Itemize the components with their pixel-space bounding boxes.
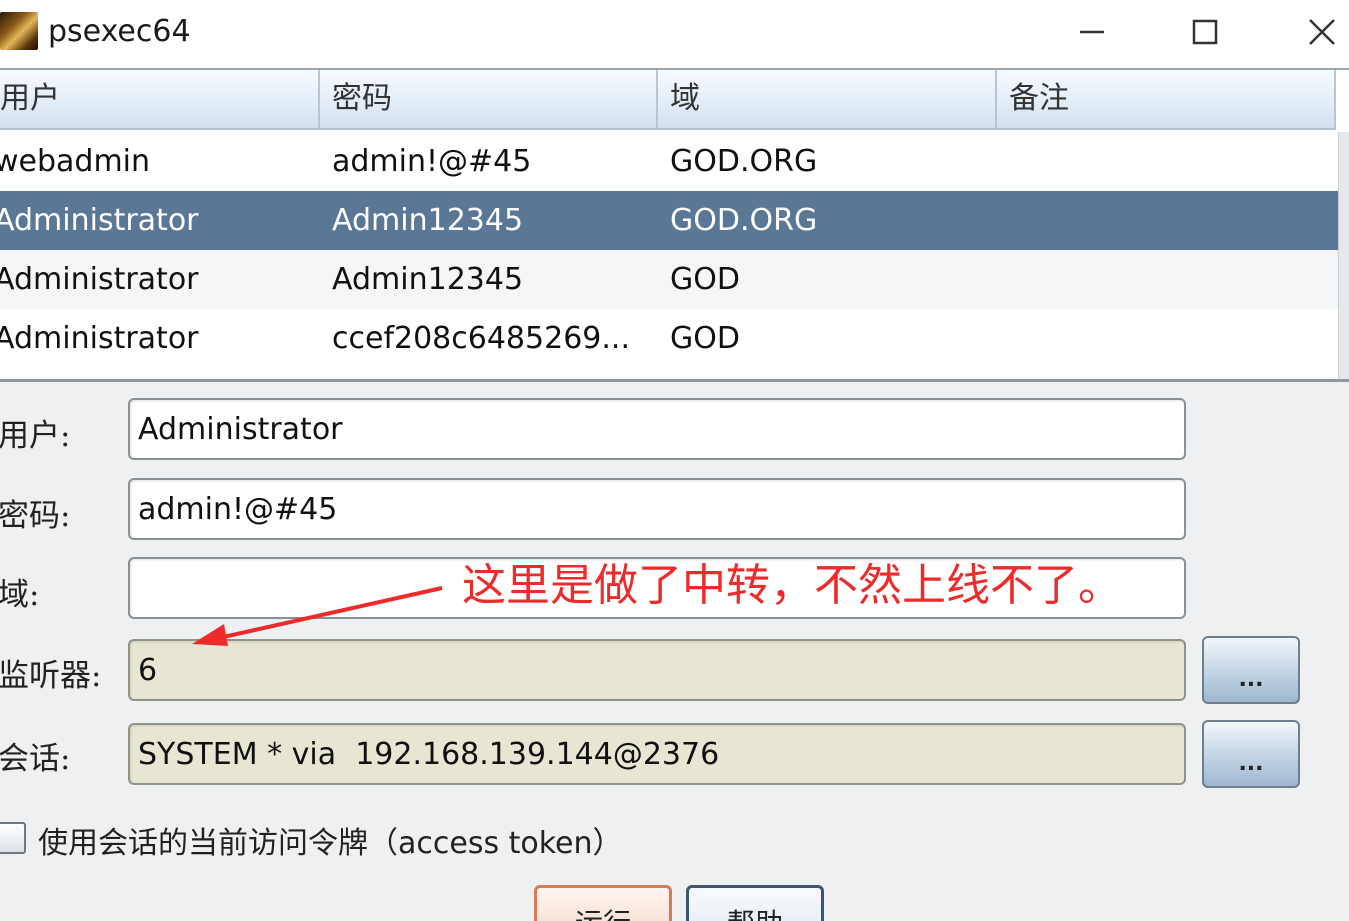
close-button[interactable]	[1287, 6, 1349, 58]
cell-password: Admin12345	[332, 203, 524, 238]
table-header: 用户 密码 域 备注	[0, 70, 1336, 130]
access-token-checkbox[interactable]	[0, 822, 26, 854]
cell-user: Administrator	[0, 321, 199, 356]
column-header-note[interactable]: 备注	[997, 70, 1336, 130]
session-browse-button[interactable]: ...	[1202, 720, 1300, 788]
cell-domain: GOD.ORG	[670, 203, 818, 238]
domain-label: 域:	[0, 577, 40, 613]
minimize-icon	[1080, 30, 1104, 34]
cell-user: Administrator	[0, 203, 199, 238]
session-input[interactable]	[128, 723, 1186, 785]
table-body: webadmin admin!@#45 GOD.ORG Administrato…	[0, 132, 1338, 368]
column-header-domain[interactable]: 域	[658, 70, 997, 130]
cell-password: ccef208c6485269...	[332, 321, 630, 356]
credentials-table: 用户 密码 域 备注 webadmin admin!@#45 GOD.ORG A…	[0, 68, 1349, 382]
table-row-selected[interactable]: Administrator Admin12345 GOD.ORG	[0, 191, 1338, 250]
maximize-button[interactable]	[1170, 6, 1240, 58]
cell-user: webadmin	[0, 144, 151, 179]
password-label: 密码:	[0, 498, 71, 534]
table-row[interactable]: webadmin admin!@#45 GOD.ORG	[0, 132, 1338, 191]
cell-user: Administrator	[0, 262, 199, 297]
user-label: 用户:	[0, 418, 71, 454]
cell-password: admin!@#45	[332, 144, 532, 179]
listener-browse-button[interactable]: ...	[1202, 636, 1300, 704]
window-title: psexec64	[48, 14, 191, 49]
table-row[interactable]: Administrator Admin12345 GOD	[0, 250, 1338, 309]
annotation-arrow-icon	[192, 586, 443, 646]
cell-domain: GOD	[670, 262, 740, 297]
app-icon	[0, 12, 38, 50]
cell-password: Admin12345	[332, 262, 524, 297]
cell-note	[991, 309, 1330, 368]
table-row[interactable]: Administrator ccef208c6485269... GOD	[0, 309, 1338, 368]
cell-domain: GOD.ORG	[670, 144, 818, 179]
cell-note	[991, 132, 1330, 191]
column-header-user[interactable]: 用户	[0, 70, 320, 130]
listener-label: 监听器:	[0, 658, 102, 694]
help-button[interactable]: 帮助	[686, 885, 824, 921]
cell-domain: GOD	[670, 321, 740, 356]
minimize-button[interactable]	[1057, 6, 1127, 58]
cell-note	[991, 250, 1330, 309]
close-icon	[1309, 19, 1335, 45]
annotation-text: 这里是做了中转，不然上线不了。	[462, 560, 1122, 611]
cell-note	[991, 191, 1330, 250]
password-input[interactable]	[128, 478, 1186, 540]
access-token-checkbox-label[interactable]: 使用会话的当前访问令牌（access token）	[38, 818, 623, 862]
title-bar: psexec64	[0, 0, 1349, 68]
maximize-icon	[1192, 19, 1218, 45]
session-label: 会话:	[0, 741, 71, 777]
run-button[interactable]: 运行	[534, 885, 672, 921]
table-scrollbar[interactable]	[1338, 132, 1349, 379]
column-header-password[interactable]: 密码	[320, 70, 658, 130]
psexec-dialog: psexec64 用户 密码 域 备注 webadmin admin!@#45 …	[0, 0, 1349, 921]
user-input[interactable]	[128, 398, 1186, 460]
